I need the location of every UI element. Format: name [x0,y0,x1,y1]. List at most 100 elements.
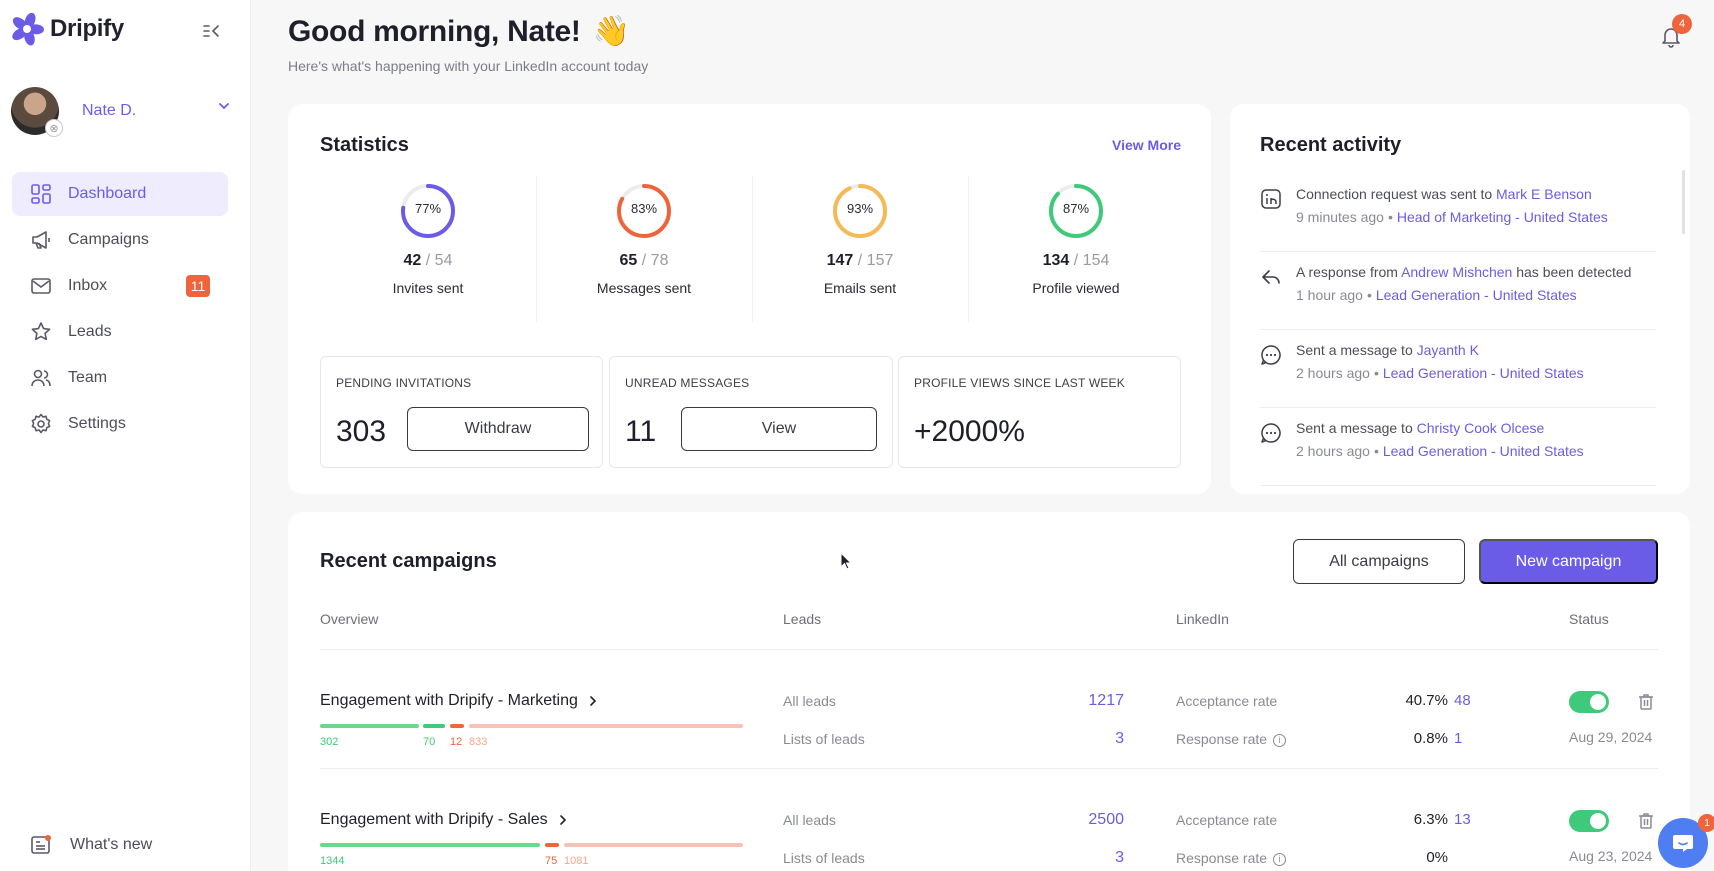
progress-count: 12 [450,736,463,748]
campaign-name-link[interactable]: Engagement with Dripify - Sales [320,811,568,829]
response-rate-label: Response rate i [1176,731,1287,747]
account-status-icon: ⊗ [45,119,63,137]
mail-icon [30,275,52,297]
all-leads-label: All leads [783,693,836,709]
campaign-row[interactable]: Engagement with Dripify - Sales 1344 75 … [288,769,1690,871]
activity-item[interactable]: Sent a message to Jayanth K 2 hours ago •… [1260,330,1656,408]
nav-item-inbox[interactable]: Inbox 11 [12,264,228,308]
stat-percent: 87% [1062,201,1090,216]
whats-new-label: What's new [70,836,153,853]
progress-count: 70 [423,736,436,748]
campaign-name-link[interactable]: Engagement with Dripify - Marketing [320,692,598,710]
acceptance-count: 48 [1454,692,1471,709]
chat-icon [1673,835,1693,852]
unread-messages-count: 11 [625,415,657,448]
nav-label: Dashboard [68,185,147,202]
all-leads-label: All leads [783,812,836,828]
column-header-overview[interactable]: Overview [320,611,378,627]
nav-item-leads[interactable]: Leads [12,310,228,354]
nav-label: Settings [68,415,126,432]
trash-icon[interactable] [1636,811,1656,831]
column-header-linkedin[interactable]: LinkedIn [1176,611,1229,627]
activity-item[interactable]: A response from Andrew Mishchen has been… [1260,252,1656,330]
info-icon[interactable]: i [1273,733,1287,747]
acceptance-rate-label: Acceptance rate [1176,693,1278,709]
activity-person-link[interactable]: Jayanth K [1417,342,1479,358]
profile-views-box: PROFILE VIEWS SINCE LAST WEEK +2000% [898,356,1181,468]
chevron-right-icon [590,696,597,706]
team-icon [30,367,52,389]
all-leads-count[interactable]: 2500 [1024,811,1124,829]
pending-invitations-count: 303 [336,415,387,448]
statistics-card: Statistics View More 77% 42 / 54 Invites… [288,104,1211,494]
campaign-row[interactable]: Engagement with Dripify - Marketing 302 … [288,650,1690,768]
response-count: 1 [1454,730,1463,747]
user-name: Nate D. [82,102,137,119]
activity-person-link[interactable]: Christy Cook Olcese [1417,420,1545,436]
activity-item[interactable]: Connection request was sent to Mark E Be… [1260,174,1656,252]
collapse-sidebar-button[interactable] [200,20,224,42]
progress-count: 1081 [564,855,589,867]
stat-messages: 83% 65 / 78 Messages sent [536,170,752,310]
progress-segment [469,724,743,728]
nav-label: Leads [68,323,112,340]
gear-icon [30,413,52,435]
reply-icon [1262,270,1280,284]
nav-label: Team [68,369,108,386]
acceptance-rate-label: Acceptance rate [1176,812,1278,828]
profile-views-change: +2000% [914,415,1025,448]
activity-text: Sent a message to Christy Cook Olcese [1296,420,1545,436]
linkedin-icon [1261,189,1281,209]
stat-percent: 83% [630,201,658,216]
activity-person-link[interactable]: Mark E Benson [1496,186,1592,202]
campaign-date: Aug 23, 2024 [1569,848,1653,864]
logo[interactable]: Dripify [10,12,124,46]
nav-item-dashboard[interactable]: Dashboard [12,172,228,216]
pending-invitations-box: PENDING INVITATIONS 303 Withdraw [320,356,603,468]
nav-item-team[interactable]: Team [12,356,228,400]
stat-percent: 77% [414,201,442,216]
stat-value: 134 / 154 [1042,252,1110,269]
column-header-status[interactable]: Status [1569,611,1609,627]
nav-item-settings[interactable]: Settings [12,402,228,446]
lists-of-leads-count[interactable]: 3 [1024,849,1124,867]
stat-emails: 93% 147 / 157 Emails sent [752,170,968,310]
stat-value: 147 / 157 [826,252,894,269]
activity-item[interactable]: Sent a message to Christy Cook Olcese 2 … [1260,408,1656,486]
activity-person-link[interactable]: Andrew Mishchen [1401,264,1512,280]
stat-profile-views: 87% 134 / 154 Profile viewed [968,170,1184,310]
dripify-logo-icon [12,12,44,46]
progress-segment [423,724,445,728]
campaign-status-toggle[interactable] [1569,810,1609,832]
progress-segment [564,843,743,847]
activity-campaign-link[interactable]: Lead Generation - United States [1383,443,1584,459]
whats-new-link[interactable]: What's new [30,834,152,856]
acceptance-rate-value: 6.3% [1413,811,1448,828]
activity-campaign-link[interactable]: Lead Generation - United States [1376,287,1577,303]
notifications-badge: 4 [1672,14,1692,34]
campaign-status-toggle[interactable] [1569,691,1609,713]
trash-icon[interactable] [1636,692,1656,712]
view-messages-button[interactable]: View [681,407,877,451]
column-header-leads[interactable]: Leads [783,611,821,627]
all-campaigns-button[interactable]: All campaigns [1293,539,1465,584]
withdraw-button[interactable]: Withdraw [407,407,589,451]
unread-messages-box: UNREAD MESSAGES 11 View [609,356,893,468]
info-icon[interactable]: i [1273,852,1287,866]
lists-of-leads-count[interactable]: 3 [1024,730,1124,748]
activity-text: A response from Andrew Mishchen has been… [1296,264,1632,280]
activity-campaign-link[interactable]: Lead Generation - United States [1383,365,1584,381]
activity-scrollbar[interactable] [1682,170,1685,234]
statistics-title: Statistics [320,134,409,156]
activity-campaign-link[interactable]: Head of Marketing - United States [1397,209,1608,225]
all-leads-count[interactable]: 1217 [1024,692,1124,710]
pending-invitations-title: PENDING INVITATIONS [336,376,472,390]
view-more-link[interactable]: View More [1112,137,1181,153]
user-menu[interactable]: ⊗ Nate D. [11,85,231,137]
activity-text: Connection request was sent to Mark E Be… [1296,186,1592,202]
nav-item-campaigns[interactable]: Campaigns [12,218,228,262]
progress-count: 833 [469,736,488,748]
stat-value: 65 / 78 [619,252,669,269]
acceptance-rate-value: 40.7% [1405,692,1448,709]
new-campaign-button[interactable]: New campaign [1479,539,1658,584]
